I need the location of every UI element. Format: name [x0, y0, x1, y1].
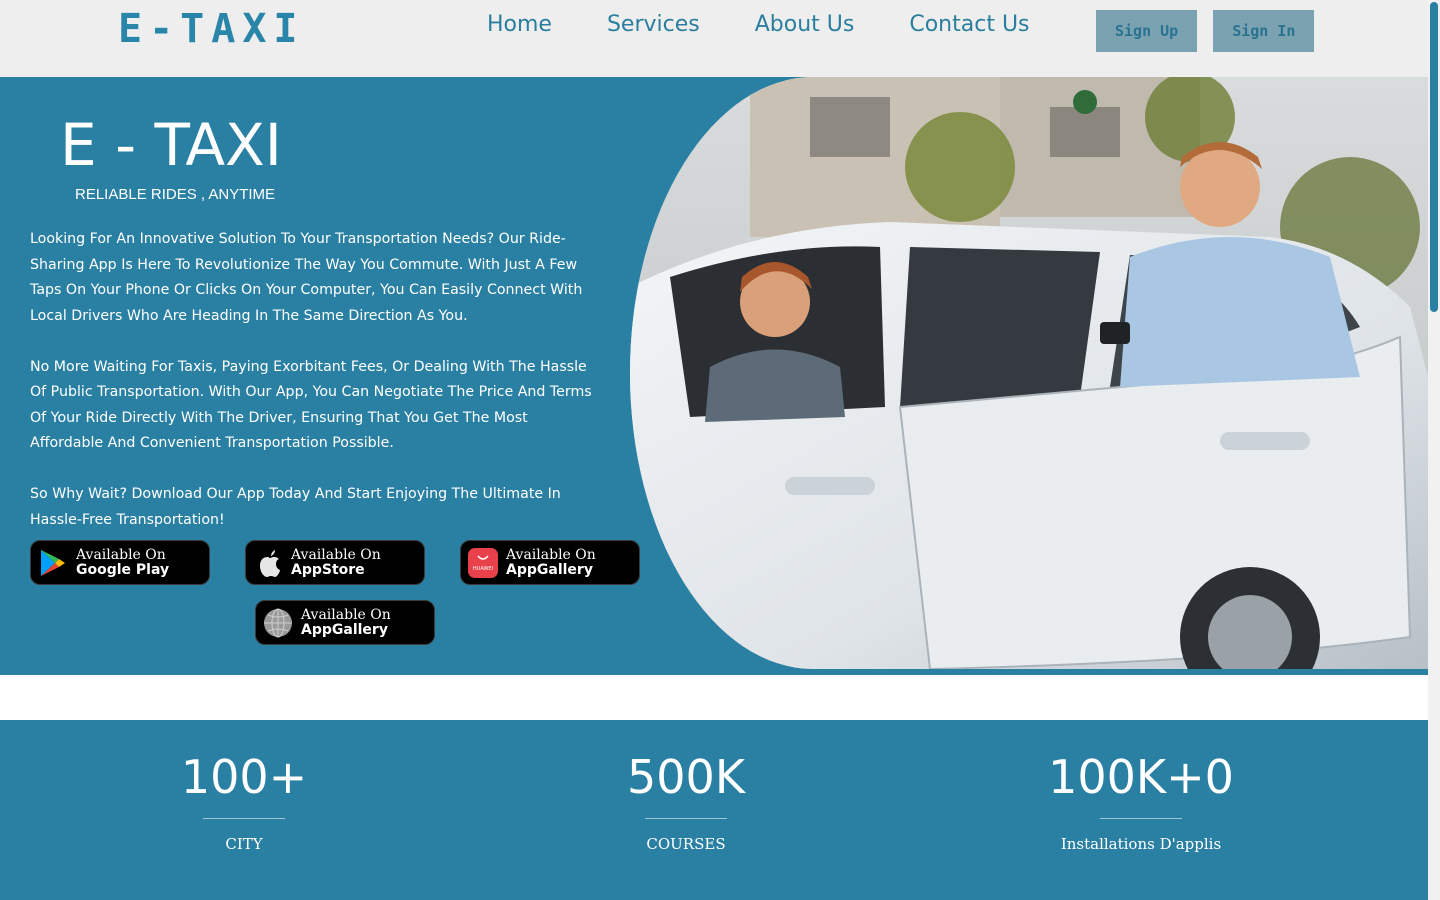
globe-icon — [263, 608, 293, 638]
hero-description: Looking For An Innovative Solution To Yo… — [30, 227, 600, 559]
store-available-label: Available On — [301, 606, 391, 623]
sign-up-button[interactable]: Sign Up — [1096, 10, 1198, 52]
stat-value: 500K — [627, 750, 745, 804]
main-nav: Home Services About Us Contact Us — [487, 12, 1030, 37]
auth-buttons: Sign Up Sign In — [1096, 10, 1315, 52]
store-name: AppStore — [291, 561, 365, 578]
appgallery-web-button[interactable]: Available On AppGallery — [255, 600, 435, 645]
store-available-label: Available On — [291, 546, 381, 563]
stat-label: Installations D'applis — [1060, 835, 1222, 853]
stat-label: COURSES — [646, 835, 726, 853]
google-play-button[interactable]: Available On Google Play — [30, 540, 210, 585]
store-name: Google Play — [76, 561, 170, 578]
taxi-illustration — [630, 77, 1428, 669]
sign-in-button[interactable]: Sign In — [1213, 10, 1315, 52]
stat-label: CITY — [225, 835, 263, 853]
site-header: E-TAXI Home Services About Us Contact Us… — [0, 0, 1428, 77]
hero-paragraph-2: No More Waiting For Taxis, Paying Exorbi… — [30, 358, 592, 452]
huawei-appgallery-button[interactable]: HUAWEI Available On AppGallery — [460, 540, 640, 585]
store-name: AppGallery — [301, 621, 388, 638]
nav-contact-us[interactable]: Contact Us — [909, 12, 1029, 37]
stat-divider — [203, 818, 285, 819]
hero-tagline: RELIABLE RIDES , ANYTIME — [75, 186, 276, 203]
stat-value: 100K+0 — [1048, 750, 1234, 804]
stat-divider — [645, 818, 727, 819]
app-store-button[interactable]: Available On AppStore — [245, 540, 425, 585]
hero-section: E - TAXI RELIABLE RIDES , ANYTIME Lookin… — [0, 77, 1428, 675]
hero-taxi-photo — [630, 77, 1428, 669]
nav-home[interactable]: Home — [487, 12, 552, 37]
hero-title: E - TAXI — [60, 111, 282, 179]
stat-value: 100+ — [180, 750, 308, 804]
google-play-icon — [38, 548, 68, 578]
stats-section: 100+ CITY 500K COURSES 100K+0 Installati… — [0, 720, 1428, 900]
nav-about-us[interactable]: About Us — [755, 12, 855, 37]
stat-installations: 100K+0 Installations D'applis — [991, 748, 1291, 853]
stat-divider — [1100, 818, 1182, 819]
site-logo[interactable]: E-TAXI — [118, 6, 305, 52]
huawei-appgallery-icon: HUAWEI — [468, 547, 498, 578]
store-available-label: Available On — [506, 546, 596, 563]
stat-cities: 100+ CITY — [94, 748, 394, 853]
store-available-label: Available On — [76, 546, 166, 563]
hero-paragraph-1: Looking For An Innovative Solution To Yo… — [30, 231, 583, 324]
hero-paragraph-3: So Why Wait? Download Our App Today And … — [30, 486, 561, 528]
nav-services[interactable]: Services — [607, 12, 700, 37]
scrollbar-thumb[interactable] — [1430, 2, 1438, 312]
page-scrollbar[interactable] — [1428, 0, 1440, 900]
store-name: AppGallery — [506, 561, 593, 578]
stat-courses: 500K COURSES — [536, 748, 836, 853]
apple-icon — [253, 548, 283, 578]
svg-text:HUAWEI: HUAWEI — [473, 566, 493, 572]
